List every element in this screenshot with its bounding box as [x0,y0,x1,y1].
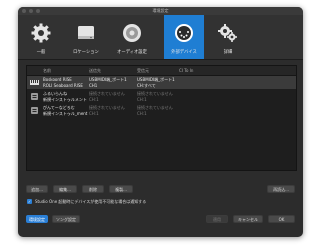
speaker-icon [120,21,144,45]
device-receive-port: USBMIDI端_ポート1 [137,77,175,82]
dialog-footer: 環境設定 ソング設定 適用 キャンセル OK [18,212,303,237]
device-model: 新規インストゥル_ment [43,111,88,116]
keyboard-icon [30,80,39,85]
cancel-button[interactable]: キャンセル [233,215,263,223]
device-send-channel: CH1 [89,83,98,88]
column-name[interactable]: 名前 [43,66,51,75]
delete-device-button[interactable]: 削除 [82,185,104,193]
preferences-window: 環境設定 一般 ロケーション オーディオ設定 外部デバイス 詳細 名前 送信先 … [18,7,303,237]
duplicate-device-button[interactable]: 複製... [109,185,133,193]
song-settings-button[interactable]: ソング設定 [52,215,80,223]
device-list: 名前 送信先 受信元 CI To In Boskoord RISE ROLI S… [26,65,297,171]
tab-locations-label: ロケーション [73,50,99,55]
drive-icon [74,21,98,45]
device-send-port: USBMIDI端_ポート1 [89,77,127,82]
title-bar: 環境設定 [18,7,303,15]
tab-audio-setup-label: オーディオ設定 [117,50,147,55]
column-receive-from[interactable]: 受信元 [137,66,149,75]
device-send-channel: CH:1 [89,97,99,102]
gears-icon [216,21,240,45]
device-receive-port: 接続されていません [137,91,173,96]
preferences-button[interactable]: 環境設定 [26,215,48,223]
ok-button[interactable]: OK [268,215,295,223]
column-ci-to-in[interactable]: CI To In [179,66,193,75]
rescan-button[interactable]: 再読込... [267,185,295,193]
device-name: ぴんてーなどろむ [43,105,75,110]
preferences-toolbar: 一般 ロケーション オーディオ設定 外部デバイス 詳細 [18,15,303,60]
device-name: Boskoord RISE [43,77,72,82]
device-action-bar: 追加... 編集... 削除 複製... 再読込... [26,185,295,194]
tab-advanced-label: 詳細 [223,50,233,55]
notify-option[interactable]: ✓ Studio One 起動時にデバイスが使用不可能な場合は通知する [27,198,146,205]
tab-general[interactable]: 一般 [21,15,61,59]
instrument-icon [31,107,38,114]
add-device-button[interactable]: 追加... [26,185,48,193]
column-send-to[interactable]: 送信先 [89,66,101,75]
tab-general-label: 一般 [36,50,46,55]
tab-audio-setup[interactable]: オーディオ設定 [112,15,152,59]
device-send-channel: CH:1 [89,111,99,116]
tab-advanced[interactable]: 詳細 [208,15,248,59]
tab-external-devices-label: 外部デバイス [171,50,197,55]
device-receive-channel: CH:すべて [137,83,156,88]
device-send-port: 接続されていません [89,91,125,96]
tab-external-devices[interactable]: 外部デバイス [164,15,204,59]
device-model: ROLI Seaboard RISE [43,83,83,88]
device-receive-channel: CH:1 [137,111,147,116]
midi-plug-icon [172,21,196,45]
device-row[interactable]: ぴんてーなどろむ 新規インストゥル_ment 接続されていません CH:1 接続… [27,104,296,117]
device-receive-channel: CH:1 [137,97,147,102]
notify-checkbox-label: Studio One 起動時にデバイスが使用不可能な場合は通知する [35,198,147,204]
device-row[interactable]: Boskoord RISE ROLI Seaboard RISE USBMIDI… [27,76,296,89]
window-title: 環境設定 [152,8,169,13]
tab-locations[interactable]: ロケーション [66,15,106,59]
device-model: 新規インストゥルメント [43,97,87,102]
device-send-port: 接続されていません [89,105,125,110]
gear-icon [29,21,53,45]
instrument-icon [31,93,38,100]
device-name: ふるいらんね [43,91,67,96]
edit-device-button[interactable]: 編集... [53,185,77,193]
device-list-header: 名前 送信先 受信元 CI To In [27,66,296,76]
device-row[interactable]: ふるいらんね 新規インストゥルメント 接続されていません CH:1 接続されてい… [27,90,296,103]
apply-button[interactable]: 適用 [206,215,228,223]
notify-checkbox[interactable]: ✓ [27,199,32,204]
device-receive-port: 接続されていません [137,105,173,110]
